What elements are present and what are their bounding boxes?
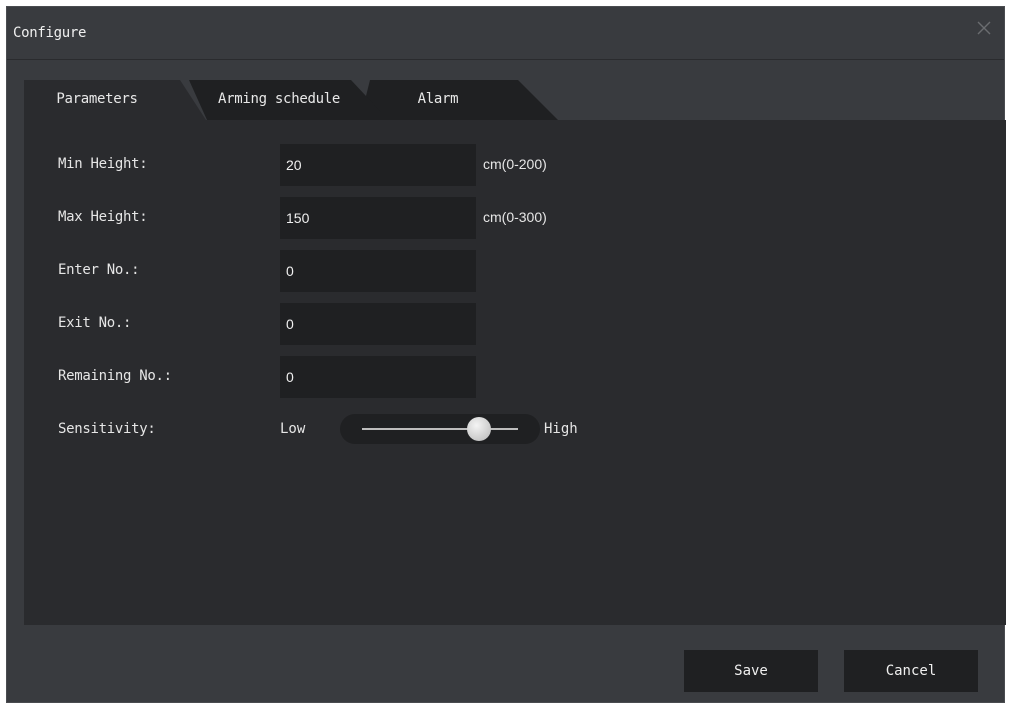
enter-no-input[interactable] [280, 250, 476, 292]
tab-arming-schedule-label: Arming schedule [218, 91, 340, 107]
sensitivity-low-label: Low [280, 421, 306, 437]
configure-dialog: Configure Alarm Arming schedule Paramete… [6, 6, 1006, 703]
min-height-input[interactable] [280, 144, 476, 186]
sensitivity-label: Sensitivity: [58, 421, 156, 437]
tab-alarm[interactable]: Alarm [360, 80, 564, 120]
enter-no-row: Enter No.: [24, 250, 924, 292]
max-height-input[interactable] [280, 197, 476, 239]
tab-parameters-label: Parameters [56, 91, 138, 107]
max-height-unit: cm(0-300) [483, 209, 547, 225]
min-height-label: Min Height: [58, 156, 148, 172]
sensitivity-slider[interactable] [340, 414, 540, 444]
tab-alarm-label: Alarm [417, 91, 459, 107]
title-bar: Configure [7, 7, 1004, 60]
tab-parameters[interactable]: Parameters [24, 80, 206, 120]
slider-thumb[interactable] [467, 417, 491, 441]
close-icon[interactable] [974, 18, 994, 38]
max-height-row: Max Height: cm(0-300) [24, 197, 924, 239]
exit-no-input[interactable] [280, 303, 476, 345]
dialog-title: Configure [13, 25, 87, 41]
min-height-row: Min Height: cm(0-200) [24, 144, 924, 186]
slider-track [362, 428, 518, 430]
cancel-button[interactable]: Cancel [844, 650, 978, 692]
min-height-unit: cm(0-200) [483, 156, 547, 172]
max-height-label: Max Height: [58, 209, 148, 225]
sensitivity-row: Sensitivity: Low High [24, 409, 924, 451]
exit-no-label: Exit No.: [58, 315, 132, 331]
parameters-panel: Min Height: cm(0-200) Max Height: cm(0-3… [24, 120, 1006, 625]
exit-no-row: Exit No.: [24, 303, 924, 345]
tab-arming-schedule[interactable]: Arming schedule [181, 80, 381, 120]
remaining-no-label: Remaining No.: [58, 368, 172, 384]
remaining-no-row: Remaining No.: [24, 356, 924, 398]
enter-no-label: Enter No.: [58, 262, 140, 278]
save-button[interactable]: Save [684, 650, 818, 692]
remaining-no-input[interactable] [280, 356, 476, 398]
tab-bar: Alarm Arming schedule Parameters [24, 80, 564, 120]
sensitivity-high-label: High [544, 421, 578, 437]
